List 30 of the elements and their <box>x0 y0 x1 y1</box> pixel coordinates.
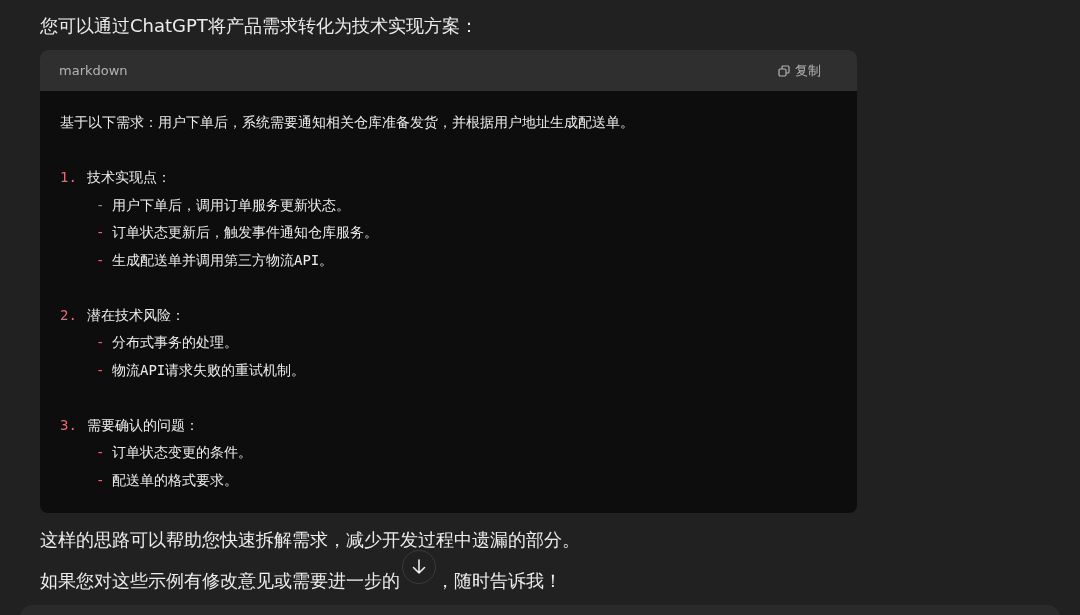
copy-button[interactable]: 复制 <box>778 61 821 80</box>
code-line: 用户下单后，调用订单服务更新状态。 <box>112 195 350 215</box>
closing-text: 如果您对这些示例有修改意见或需要进一步的 <box>40 570 400 591</box>
list-bullet: - <box>96 360 106 380</box>
code-line: 订单状态变更的条件。 <box>112 443 252 462</box>
list-number: 1. <box>60 168 78 187</box>
list-bullet: - <box>96 470 106 490</box>
code-line: 技术实现点： <box>87 168 171 187</box>
scroll-down-button[interactable] <box>402 550 436 584</box>
code-line: 物流API请求失败的重试机制。 <box>112 360 306 380</box>
summary-text: 这样的思路可以帮助您快速拆解需求，减少开发过程中遗漏的部分。 <box>40 528 581 552</box>
code-line: 配送单的格式要求。 <box>112 470 238 490</box>
arrow-down-icon <box>412 559 426 575</box>
list-number: 2. <box>60 305 78 325</box>
list-bullet: - <box>96 250 106 270</box>
code-line: 分布式事务的处理。 <box>112 333 238 352</box>
code-line: 基于以下需求：用户下单后，系统需要通知相关仓库准备发货，并根据用户地址生成配送单。 <box>60 113 635 132</box>
list-number: 3. <box>60 415 78 435</box>
code-line: 潜在技术风险： <box>87 305 185 325</box>
language-label: markdown <box>59 63 128 78</box>
list-bullet: - <box>96 195 106 215</box>
list-bullet: - <box>96 443 106 462</box>
copy-icon <box>778 64 790 77</box>
code-line: 需要确认的问题： <box>87 415 199 435</box>
list-bullet: - <box>96 333 106 352</box>
intro-text: 您可以通过ChatGPT将产品需求转化为技术实现方案： <box>40 14 479 38</box>
list-bullet: - <box>96 223 106 242</box>
code-line: 生成配送单并调用第三方物流API。 <box>112 250 334 270</box>
code-line: 订单状态更新后，触发事件通知仓库服务。 <box>112 223 378 242</box>
closing-text: ，随时告诉我！ <box>436 570 562 591</box>
